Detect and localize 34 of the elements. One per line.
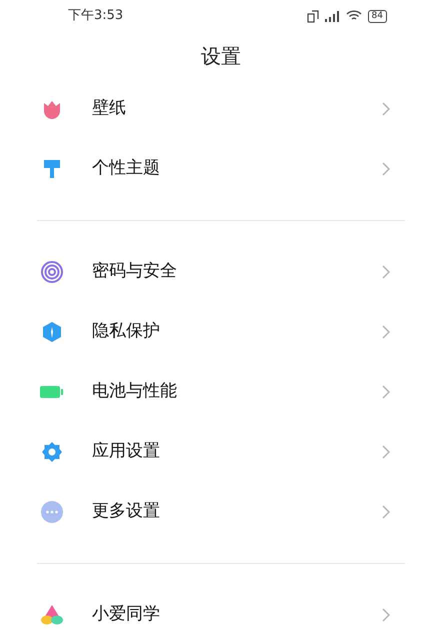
battery-icon bbox=[40, 384, 64, 400]
signal-icon bbox=[324, 10, 340, 22]
chevron-right-icon bbox=[382, 102, 390, 116]
item-label: 更多设置 bbox=[92, 500, 161, 524]
chevron-right-icon bbox=[382, 505, 390, 519]
item-label: 应用设置 bbox=[92, 440, 161, 464]
battery-indicator: 84 bbox=[368, 10, 387, 22]
settings-item[interactable]: 应用设置 bbox=[0, 422, 442, 482]
gear-icon bbox=[40, 441, 64, 463]
item-label: 壁纸 bbox=[92, 97, 127, 120]
settings-item[interactable]: 壁纸 bbox=[0, 79, 442, 139]
chevron-right-icon bbox=[382, 385, 390, 399]
item-label: 个性主题 bbox=[92, 157, 161, 180]
settings-item[interactable]: 密码与安全 bbox=[0, 242, 442, 302]
settings-item[interactable]: 电池与性能 bbox=[0, 362, 442, 422]
more-icon bbox=[40, 501, 64, 523]
assistant-logo-icon bbox=[40, 604, 64, 626]
wifi-icon bbox=[346, 10, 362, 22]
settings-item[interactable]: 隐私保护 bbox=[0, 302, 442, 362]
chevron-right-icon bbox=[382, 608, 390, 622]
item-label: 电池与性能 bbox=[92, 380, 178, 404]
chevron-right-icon bbox=[382, 162, 390, 176]
chevron-right-icon bbox=[382, 265, 390, 279]
chevron-right-icon bbox=[382, 325, 390, 339]
item-label: 小爱同学 bbox=[92, 603, 161, 626]
chevron-right-icon bbox=[382, 445, 390, 459]
item-label: 密码与安全 bbox=[92, 260, 178, 284]
page-title: 设置 bbox=[201, 42, 241, 70]
status-time: 下午3:53 bbox=[68, 7, 124, 26]
settings-item[interactable]: 更多设置 bbox=[0, 482, 442, 542]
screen-rotate-icon bbox=[306, 10, 319, 22]
settings-item[interactable]: 小爱同学 bbox=[0, 585, 442, 629]
item-label: 隐私保护 bbox=[92, 320, 161, 344]
settings-item[interactable]: 个性主题 bbox=[0, 139, 442, 199]
